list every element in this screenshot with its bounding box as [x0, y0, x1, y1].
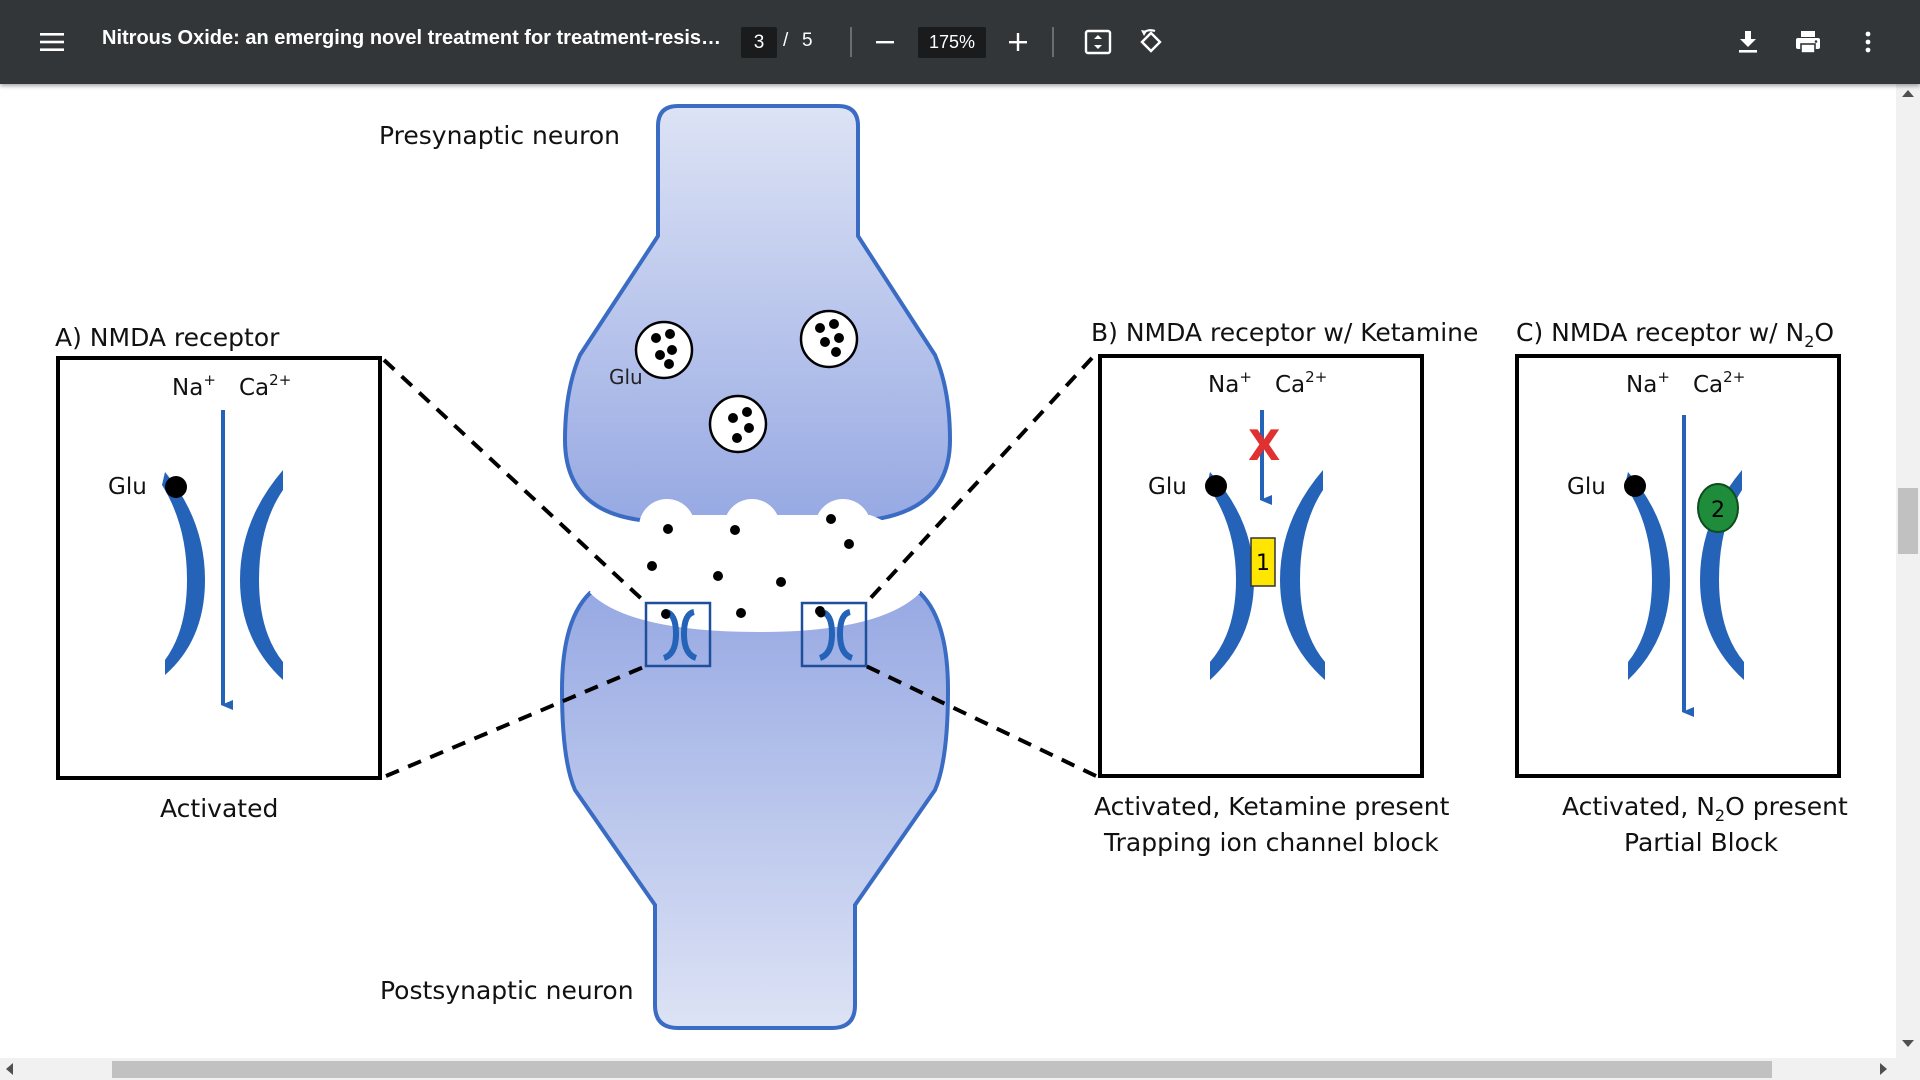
n2o-site-label: 2 [1711, 498, 1725, 523]
glu-binding [1624, 475, 1646, 497]
panel-b-title: B) NMDA receptor w/ Ketamine [1091, 318, 1478, 347]
vertical-scrollbar[interactable] [1896, 84, 1920, 1058]
ketamine-site-label: 1 [1256, 551, 1270, 576]
block-x-icon: X [1248, 421, 1280, 470]
download-icon [1739, 31, 1757, 53]
postsynaptic-neuron [559, 591, 951, 1030]
document-viewer[interactable]: Glu Presynaptic neuron Postsynaptic neur… [0, 84, 1896, 1058]
menu-button[interactable] [32, 22, 72, 62]
scroll-left-arrow-icon[interactable] [6, 1063, 13, 1075]
svg-text:Activated, N2O present: Activated, N2O present [1562, 792, 1848, 825]
toolbar-divider [1052, 27, 1054, 57]
page-separator: / [783, 30, 789, 51]
panel-c-title-end: O [1814, 318, 1834, 347]
vertical-scroll-thumb[interactable] [1898, 488, 1918, 554]
scroll-down-arrow-icon[interactable] [1902, 1040, 1914, 1047]
menu-icon [40, 33, 64, 51]
panel-b-caption-line2: Trapping ion channel block [1103, 828, 1439, 857]
print-icon [1796, 31, 1820, 54]
panel-b-ca-sup: 2+ [1305, 368, 1327, 386]
scroll-right-arrow-icon[interactable] [1880, 1063, 1887, 1075]
glu-binding [165, 476, 187, 498]
download-button[interactable] [1728, 22, 1768, 62]
document-title: Nitrous Oxide: an emerging novel treatme… [102, 27, 722, 49]
rotate-icon [1140, 29, 1162, 53]
panel-c-ca: Ca [1693, 372, 1723, 398]
panel-b: B) NMDA receptor w/ Ketamine Na+ Ca2+ Gl… [1091, 318, 1478, 857]
vesicle-label: Glu [609, 365, 643, 389]
panel-a-glu: Glu [108, 474, 147, 500]
page-number-input[interactable]: 3 [741, 27, 777, 58]
fit-page-button[interactable] [1078, 22, 1118, 62]
panel-c-title: C) NMDA receptor w/ N [1516, 318, 1804, 347]
panel-a-na-sup: + [203, 371, 216, 389]
panel-b-na: Na [1208, 372, 1239, 398]
postsynaptic-label: Postsynaptic neuron [380, 976, 634, 1005]
panel-a-na: Na [172, 375, 203, 401]
zoom-out-button[interactable] [866, 24, 904, 60]
panel-b-na-sup: + [1239, 368, 1252, 386]
glu-binding [1205, 475, 1227, 497]
presynaptic-label: Presynaptic neuron [379, 121, 620, 150]
panel-c-caption-end: O present [1725, 792, 1848, 821]
panel-c-title-sub: 2 [1804, 332, 1814, 351]
panel-b-glu: Glu [1148, 474, 1187, 500]
presynaptic-neuron [562, 104, 953, 522]
panel-a-ca: Ca [239, 375, 269, 401]
panel-c-glu: Glu [1567, 474, 1606, 500]
print-button[interactable] [1788, 22, 1828, 62]
panel-a: A) NMDA receptor Na+ Ca2+ Glu Activated [55, 323, 382, 823]
more-vert-icon [1865, 31, 1871, 53]
scroll-up-arrow-icon[interactable] [1902, 90, 1914, 97]
vesicle [708, 394, 768, 454]
toolbar-divider [850, 27, 852, 57]
panel-c-na-sup: + [1657, 368, 1670, 386]
pdf-toolbar: Nitrous Oxide: an emerging novel treatme… [0, 0, 1920, 84]
panel-c-caption: Activated, N [1562, 792, 1715, 821]
panel-b-caption-line1: Activated, Ketamine present [1094, 792, 1450, 821]
panel-b-ca: Ca [1275, 372, 1305, 398]
panel-c: C) NMDA receptor w/ N2O Na+ Ca2+ Glu 2 A… [1515, 318, 1848, 857]
horizontal-scroll-thumb[interactable] [112, 1061, 1772, 1078]
panel-a-ca-sup: 2+ [269, 371, 291, 389]
zoom-in-icon [1009, 33, 1027, 51]
fit-page-icon [1084, 29, 1112, 55]
nmda-figure: Glu Presynaptic neuron Postsynaptic neur… [55, 104, 1848, 1030]
panel-c-caption-line2: Partial Block [1624, 828, 1779, 857]
release-bubble [815, 499, 871, 555]
panel-c-ca-sup: 2+ [1723, 368, 1745, 386]
svg-text:C) NMDA receptor w/ N2O: C) NMDA receptor w/ N2O [1516, 318, 1834, 351]
panel-c-na: Na [1626, 372, 1657, 398]
panel-a-caption: Activated [160, 794, 278, 823]
panel-a-title: A) NMDA receptor [55, 323, 280, 352]
zoom-out-icon [876, 41, 894, 44]
rotate-button[interactable] [1131, 22, 1171, 62]
total-pages: 5 [802, 30, 813, 51]
zoom-level-input[interactable]: 175% [918, 27, 986, 58]
more-options-button[interactable] [1848, 22, 1888, 62]
zoom-in-button[interactable] [999, 24, 1037, 60]
vesicle [799, 309, 859, 369]
vesicle [634, 320, 694, 380]
panel-c-caption-sub: 2 [1715, 806, 1725, 825]
